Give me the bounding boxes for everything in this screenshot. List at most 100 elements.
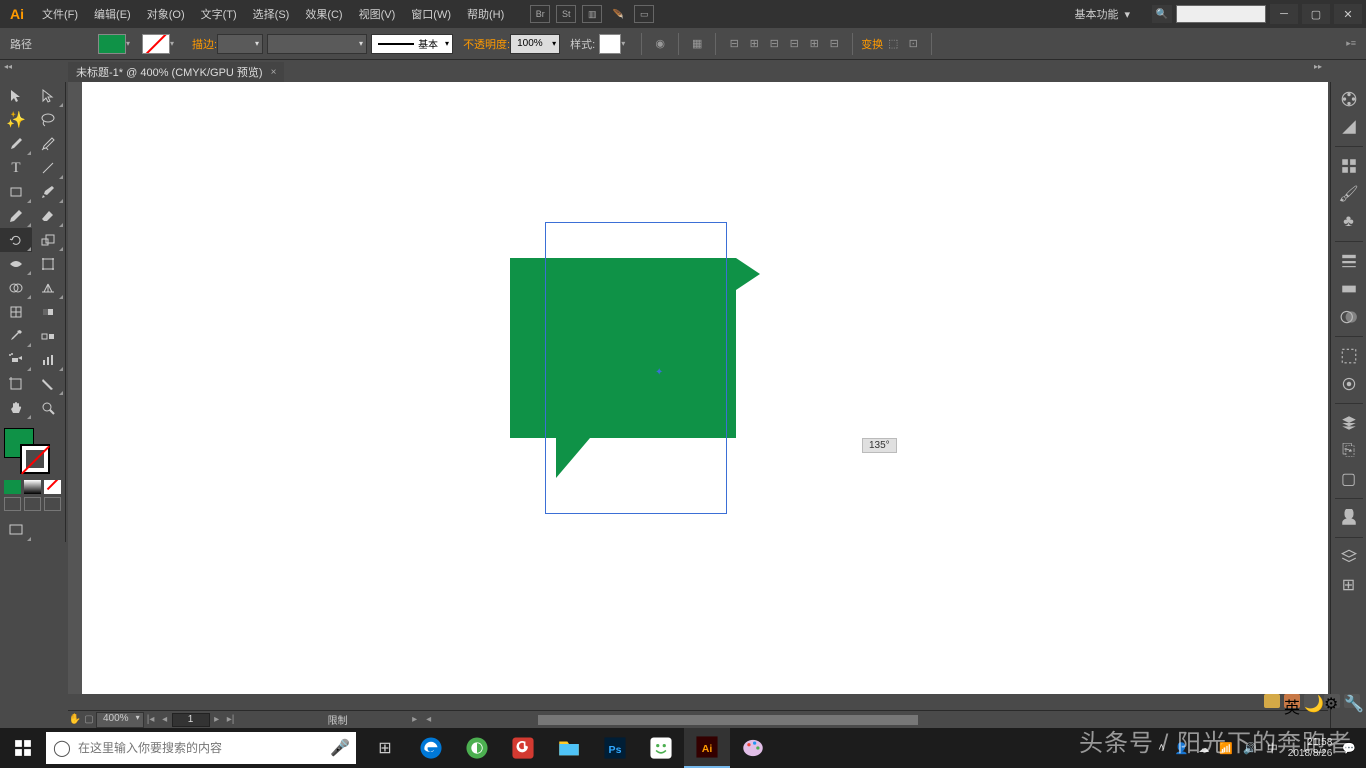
mesh-tool[interactable] [0,300,32,324]
task-view-icon[interactable]: ⊞ [362,728,408,768]
gpu-icon[interactable]: 🪶 [608,5,628,23]
color-panel-icon[interactable] [1334,86,1364,112]
netease-music-icon[interactable] [500,728,546,768]
align-bottom-icon[interactable]: ⊟ [824,34,844,54]
color-solid[interactable] [4,480,21,494]
align-top-icon[interactable]: ⊟ [784,34,804,54]
eyedropper-tool[interactable] [0,324,32,348]
tray-cloud-icon[interactable]: ☁ [1198,742,1209,755]
graphic-style-swatch[interactable] [599,34,621,54]
gradient-panel-icon[interactable] [1334,276,1364,302]
align-panel-icon[interactable]: ▦ [687,34,707,54]
curvature-tool[interactable] [32,132,64,156]
edge-icon[interactable] [408,728,454,768]
start-button[interactable] [0,728,46,768]
bridge-icon[interactable]: Br [530,5,550,23]
lang-pill-3[interactable]: 🌙 [1304,694,1320,708]
selection-bounding-box[interactable] [545,222,727,514]
menu-type[interactable]: 文字(T) [193,6,245,22]
menu-edit[interactable]: 编辑(E) [86,6,139,22]
shape-builder-tool[interactable] [0,276,32,300]
layers-stack-icon[interactable] [1334,544,1364,570]
photoshop-icon[interactable]: Ps [592,728,638,768]
shape-props-icon[interactable]: ⬚ [883,34,903,54]
transform-each-icon[interactable]: ⊡ [903,34,923,54]
selection-tool[interactable] [0,84,32,108]
artboard-tool[interactable] [0,372,32,396]
direct-selection-tool[interactable] [32,84,64,108]
rotation-center-icon[interactable]: ✦ [655,367,663,375]
swatches-panel-icon[interactable] [1334,153,1364,179]
draw-normal[interactable] [4,497,21,511]
stroke-weight[interactable] [217,34,263,54]
free-transform-tool[interactable] [32,252,64,276]
workspace-switcher[interactable]: 基本功能 [1066,4,1148,24]
search-field[interactable] [1176,5,1266,23]
artboard-number[interactable] [172,713,210,727]
gradient-tool[interactable] [32,300,64,324]
h-scrollbar-thumb[interactable] [538,715,918,725]
window-close[interactable]: ✕ [1334,4,1362,24]
taskbar-search-input[interactable] [78,741,324,755]
screen-mode-button[interactable] [0,518,32,542]
paint-app-icon[interactable] [730,728,776,768]
align-hcenter-icon[interactable]: ⊞ [744,34,764,54]
properties-panel-icon[interactable]: ⊞ [1334,572,1364,598]
brush-definition[interactable]: 基本 [371,34,453,54]
next-artboard[interactable]: ▸ [210,713,224,727]
menu-file[interactable]: 文件(F) [34,6,86,22]
search-icon[interactable]: 🔍 [1152,5,1172,23]
menu-window[interactable]: 窗口(W) [403,6,459,22]
stroke-dropdown[interactable]: ▾ [170,39,182,48]
expand-toolbox-icon[interactable]: ◂◂ [4,62,18,72]
perspective-grid-tool[interactable] [32,276,64,300]
eraser-tool[interactable] [32,204,64,228]
column-graph-tool[interactable] [32,348,64,372]
device-preview-icon[interactable]: ▭ [634,5,654,23]
menu-effect[interactable]: 效果(C) [297,6,350,22]
tray-notifications-icon[interactable]: 💬 [1342,742,1356,755]
transform-label[interactable]: 变换 [861,36,883,52]
stroke-panel-icon[interactable] [1334,248,1364,274]
align-left-icon[interactable]: ⊟ [724,34,744,54]
smile-app-icon[interactable] [638,728,684,768]
libraries-panel-icon[interactable] [1334,505,1364,531]
browser-360-icon[interactable] [454,728,500,768]
scale-tool[interactable] [32,228,64,252]
zoom-tool[interactable] [32,396,64,420]
illustrator-taskbar-icon[interactable]: Ai [684,728,730,768]
layers-panel-icon[interactable] [1334,410,1364,436]
var-width-profile[interactable] [267,34,367,54]
magic-wand-tool[interactable]: ✨ [0,108,32,132]
rectangle-tool[interactable] [0,180,32,204]
controlbar-menu-icon[interactable]: ▸≡ [1346,38,1356,49]
menu-object[interactable]: 对象(O) [139,6,193,22]
align-vcenter-icon[interactable]: ⊞ [804,34,824,54]
fill-dropdown[interactable]: ▾ [126,39,138,48]
recolor-icon[interactable]: ◉ [650,34,670,54]
align-right-icon[interactable]: ⊟ [764,34,784,54]
last-artboard[interactable]: ▸| [224,713,238,727]
stroke-box[interactable] [20,444,50,474]
mic-icon[interactable]: 🎤 [324,738,356,758]
graphic-styles-panel-icon[interactable] [1334,371,1364,397]
tray-wifi-icon[interactable]: 📶 [1219,742,1233,755]
tray-lang-icon[interactable]: 中 [1267,740,1278,756]
artboard-nav-icon[interactable]: ▢ [82,713,96,727]
slice-tool[interactable] [32,372,64,396]
blend-tool[interactable] [32,324,64,348]
menu-view[interactable]: 视图(V) [351,6,404,22]
style-dropdown[interactable]: ▾ [621,39,633,48]
line-tool[interactable] [32,156,64,180]
type-tool[interactable]: T [0,156,32,180]
document-tab[interactable]: 未标题-1* @ 400% (CMYK/GPU 预览) × [68,62,284,82]
symbols-panel-icon[interactable]: ♣ [1334,209,1364,235]
window-minimize[interactable]: ─ [1270,4,1298,24]
tray-people-icon[interactable]: 👤 [1175,742,1189,755]
taskbar-search[interactable]: ◯ 🎤 [46,732,356,764]
width-tool[interactable] [0,252,32,276]
paintbrush-tool[interactable] [32,180,64,204]
appearance-panel-icon[interactable] [1334,343,1364,369]
draw-inside[interactable] [44,497,61,511]
color-none[interactable] [44,480,61,494]
